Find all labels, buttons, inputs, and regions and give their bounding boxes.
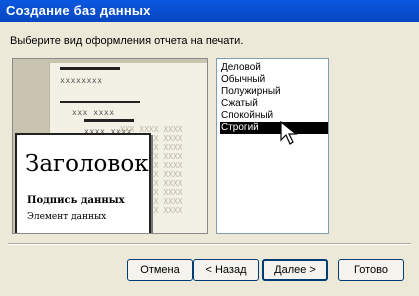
preview-rule-line — [60, 101, 140, 103]
list-item[interactable]: Спокойный — [220, 110, 328, 122]
finish-button[interactable]: Готово — [338, 259, 404, 281]
title-bar[interactable]: Создание баз данных — [0, 0, 419, 22]
back-button[interactable]: < Назад — [193, 259, 259, 281]
preview-zoom-card: Заголовок Подпись данных Элемент данных — [15, 133, 151, 233]
preview-element: Элемент данных — [27, 212, 107, 222]
list-item[interactable]: Обычный — [220, 74, 328, 86]
preview-x-row: xxxxxxxx — [60, 76, 103, 85]
preview-title-bar-line — [60, 67, 120, 70]
report-wizard-dialog: Создание баз данных Выберите вид оформле… — [0, 0, 419, 296]
list-item[interactable]: Полужирный — [220, 86, 328, 98]
cancel-button[interactable]: Отмена — [127, 259, 193, 281]
window-title: Создание баз данных — [6, 3, 151, 18]
style-listbox[interactable]: Деловой Обычный Полужирный Сжатый Спокой… — [216, 58, 329, 234]
preview-rule-line — [84, 119, 134, 122]
style-preview-panel: xxxxxxxx xxx xxxx xxxx xxxx XXX XXXX XXX… — [12, 58, 208, 234]
mouse-pointer-icon — [280, 120, 298, 145]
next-button[interactable]: Далее > — [262, 259, 328, 281]
list-item[interactable]: Деловой — [220, 62, 328, 74]
button-divider — [8, 243, 411, 245]
instruction-text: Выберите вид оформления отчета на печати… — [10, 35, 244, 47]
preview-heading: Заголовок — [25, 151, 149, 177]
preview-x-row: xxx xxxx — [72, 108, 115, 117]
preview-subtitle: Подпись данных — [27, 195, 125, 206]
list-item[interactable]: Сжатый — [220, 98, 328, 110]
list-item-selected[interactable]: Строгий — [220, 122, 328, 134]
